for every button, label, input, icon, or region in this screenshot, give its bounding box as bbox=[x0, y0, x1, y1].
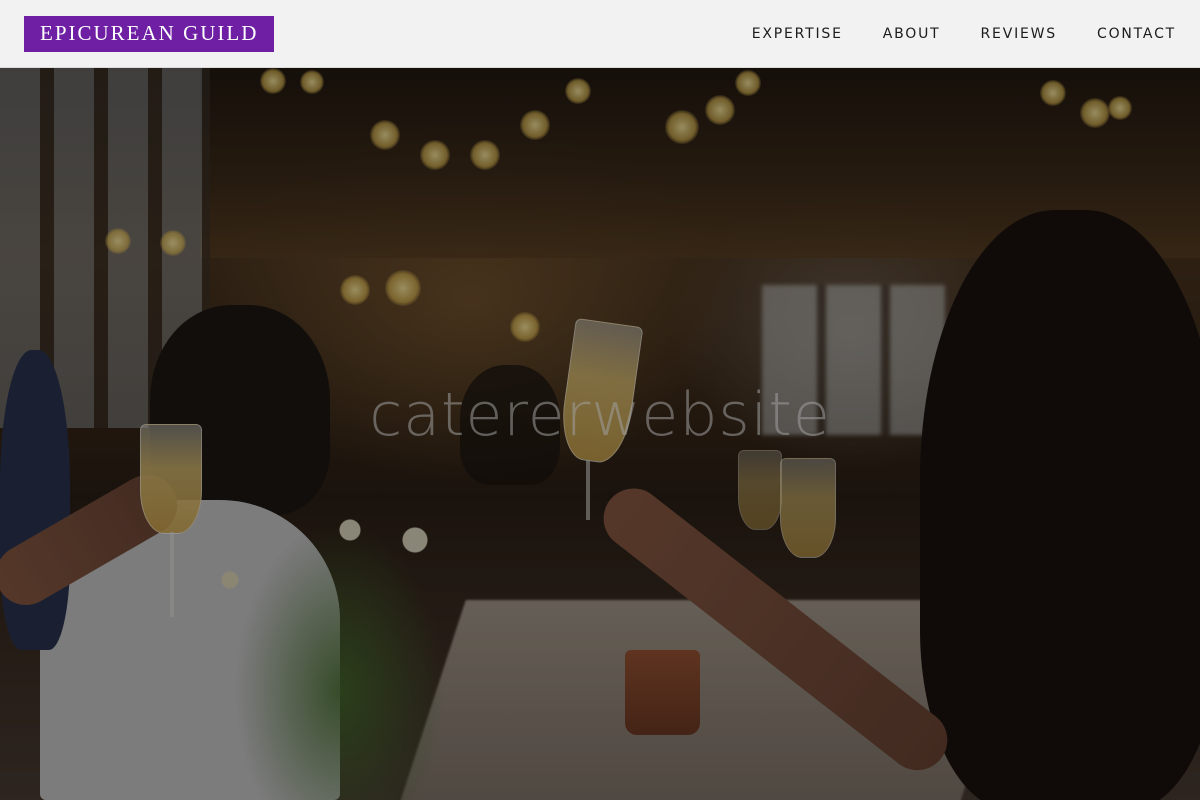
hero-watermark: catererwebsite bbox=[369, 380, 831, 450]
nav-link-about[interactable]: ABOUT bbox=[883, 26, 941, 42]
nav-link-expertise[interactable]: EXPERTISE bbox=[752, 26, 843, 42]
main-nav: EXPERTISE ABOUT REVIEWS CONTACT bbox=[752, 26, 1176, 42]
nav-link-reviews[interactable]: REVIEWS bbox=[981, 26, 1057, 42]
site-header: EPICUREAN GUILD EXPERTISE ABOUT REVIEWS … bbox=[0, 0, 1200, 68]
hero-background-image: catererwebsite bbox=[0, 0, 1200, 800]
page: catererwebsite EPICUREAN GUILD EXPERTISE… bbox=[0, 0, 1200, 800]
nav-link-contact[interactable]: CONTACT bbox=[1097, 26, 1176, 42]
brand-logo-link[interactable]: EPICUREAN GUILD bbox=[24, 15, 275, 52]
